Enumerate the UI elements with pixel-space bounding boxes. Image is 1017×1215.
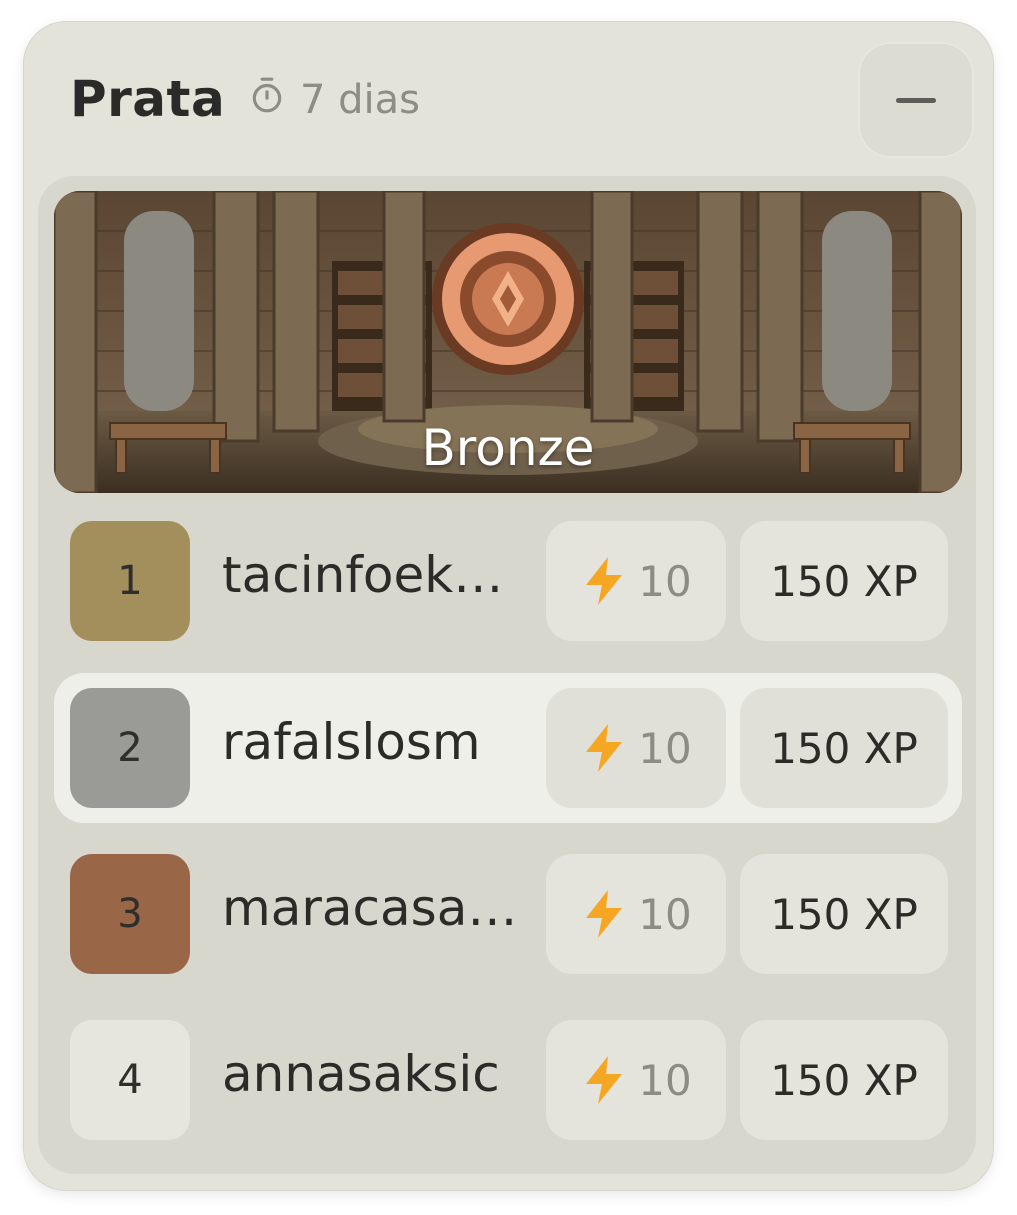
minimize-button[interactable] (858, 42, 974, 158)
lightning-icon (586, 557, 623, 605)
league-title: Prata (70, 70, 226, 128)
stopwatch-icon (248, 76, 286, 124)
username: annasaksic (222, 1045, 500, 1103)
rank-badge: 2 (70, 688, 190, 808)
league-card: Prata 7 dias Bronze 1 tacinfoekpqa 10 15… (24, 22, 993, 1190)
minus-icon (896, 97, 936, 103)
streak-pill: 10 (546, 1020, 726, 1140)
username: tacinfoekpqa (222, 546, 522, 604)
leaderboard-row[interactable]: 1 tacinfoekpqa 10 150 XP (54, 506, 962, 656)
rank-badge: 4 (70, 1020, 190, 1140)
xp-pill: 150 XP (740, 854, 948, 974)
league-banner: Bronze (54, 191, 962, 493)
bronze-medal-icon (432, 223, 584, 375)
leaderboard-row[interactable]: 4 annasaksic 10 150 XP (54, 1005, 962, 1155)
streak-pill: 10 (546, 688, 726, 808)
lightning-icon (586, 1056, 623, 1104)
streak-pill: 10 (546, 521, 726, 641)
rank-badge: 3 (70, 854, 190, 974)
streak-value: 10 (638, 556, 692, 606)
streak-pill: 10 (546, 854, 726, 974)
league-name: Bronze (421, 419, 595, 477)
rank-badge: 1 (70, 521, 190, 641)
streak-value: 10 (638, 889, 692, 939)
lightning-icon (586, 724, 623, 772)
streak-value: 10 (638, 723, 692, 773)
leaderboard-panel: Bronze 1 tacinfoekpqa 10 150 XP 2 rafals… (38, 176, 976, 1174)
time-remaining: 7 dias (248, 76, 420, 124)
username: maracasarte (222, 879, 522, 937)
leaderboard-row[interactable]: 3 maracasarte 10 150 XP (54, 839, 962, 989)
xp-pill: 150 XP (740, 688, 948, 808)
leaderboard-row-current-user[interactable]: 2 rafalslosm 10 150 XP (54, 673, 962, 823)
username: rafalslosm (222, 713, 481, 771)
lightning-icon (586, 890, 623, 938)
time-remaining-text: 7 dias (300, 77, 421, 123)
streak-value: 10 (638, 1055, 692, 1105)
xp-pill: 150 XP (740, 1020, 948, 1140)
xp-pill: 150 XP (740, 521, 948, 641)
